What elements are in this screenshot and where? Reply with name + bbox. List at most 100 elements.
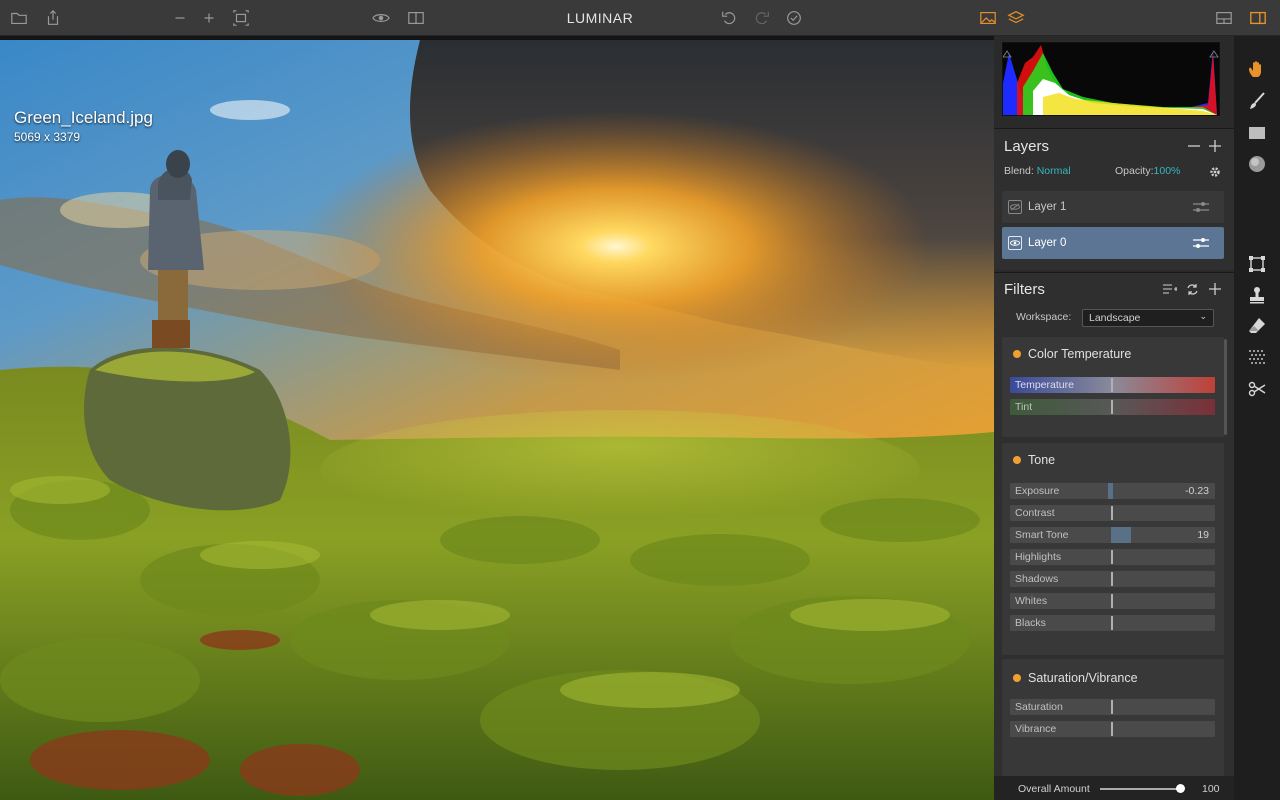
texture-icon[interactable] <box>1246 347 1268 369</box>
slider-vibrance[interactable]: Vibrance <box>1010 721 1215 737</box>
undo-icon[interactable] <box>718 8 740 28</box>
remove-layer-button[interactable] <box>1186 138 1202 154</box>
filters-title: Filters <box>1004 281 1045 298</box>
slider-contrast[interactable]: Contrast <box>1010 505 1215 521</box>
overall-amount-value: 100 <box>1202 783 1220 795</box>
histogram <box>1002 42 1220 116</box>
opacity-value[interactable]: 100% <box>1154 165 1181 177</box>
layer-adjust-icon[interactable] <box>1192 200 1210 214</box>
layer-row-0[interactable]: Layer 0 <box>1002 227 1224 259</box>
filters-panel: Filters Workspace: Landscape ⌄ Color Tem… <box>994 272 1234 800</box>
slider-handle <box>1111 722 1113 736</box>
slider-smart-tone[interactable]: Smart Tone 19 <box>1010 527 1215 543</box>
slider-fill <box>1108 483 1113 499</box>
slider-label: Saturation <box>1015 701 1063 713</box>
slider-exposure[interactable]: Exposure -0.23 <box>1010 483 1215 499</box>
photo <box>0 40 994 800</box>
slider-whites[interactable]: Whites <box>1010 593 1215 609</box>
hand-icon[interactable] <box>1246 58 1268 80</box>
slider-temperature[interactable]: Temperature <box>1010 377 1215 393</box>
overall-amount-label: Overall Amount <box>1018 783 1090 795</box>
slider-handle <box>1111 594 1113 608</box>
filter-list-icon[interactable] <box>1162 281 1178 297</box>
layer-hidden-icon[interactable] <box>1008 200 1022 214</box>
filter-card-saturation-vibrance: Saturation/Vibrance Saturation Vibrance <box>1002 659 1224 779</box>
slider-handle <box>1111 550 1113 564</box>
layer-row-1[interactable]: Layer 1 <box>1002 191 1224 223</box>
overall-amount: Overall Amount 100 <box>994 776 1234 800</box>
zoom-in-icon[interactable] <box>198 8 220 28</box>
slider-shadows[interactable]: Shadows <box>1010 571 1215 587</box>
app-title: LUMINAR <box>566 10 634 26</box>
slider-highlights[interactable]: Highlights <box>1010 549 1215 565</box>
add-filter-button[interactable] <box>1207 281 1223 297</box>
clone-stamp-icon[interactable] <box>1246 284 1268 306</box>
layer-label: Layer 1 <box>1028 201 1067 213</box>
gear-icon[interactable] <box>1207 164 1223 180</box>
brush-icon[interactable] <box>1246 90 1268 112</box>
layers-title: Layers <box>1004 138 1050 155</box>
opacity-control[interactable]: Opacity:100% <box>1115 165 1180 177</box>
overall-amount-handle[interactable] <box>1176 784 1185 793</box>
fit-screen-icon[interactable] <box>230 8 252 28</box>
opacity-label: Opacity: <box>1115 165 1154 177</box>
layer-adjust-icon[interactable] <box>1192 236 1210 250</box>
slider-handle <box>1111 378 1113 392</box>
slider-label: Tint <box>1015 401 1033 413</box>
layer-visible-icon[interactable] <box>1008 236 1022 250</box>
done-icon[interactable] <box>783 8 805 28</box>
layer-label: Layer 0 <box>1028 237 1067 249</box>
slider-label: Blacks <box>1015 617 1046 629</box>
filter-title: Color Temperature <box>1028 347 1132 361</box>
image-canvas[interactable]: Green_Iceland.jpg 5069 x 3379 <box>0 36 994 800</box>
slider-handle <box>1111 700 1113 714</box>
sync-icon[interactable] <box>1184 281 1200 297</box>
slider-blacks[interactable]: Blacks <box>1010 615 1215 631</box>
folder-icon[interactable] <box>8 8 30 28</box>
side-panel: Layers Blend: Normal Opacity:100% Layer … <box>994 36 1234 800</box>
slider-tint[interactable]: Tint <box>1010 399 1215 415</box>
slider-fill <box>1111 527 1131 543</box>
compare-icon[interactable] <box>405 8 427 28</box>
tool-rail <box>1234 36 1280 800</box>
share-icon[interactable] <box>42 8 64 28</box>
blend-control[interactable]: Blend: Normal <box>1004 165 1071 177</box>
slider-handle <box>1111 400 1113 414</box>
workspace-label: Workspace: <box>1016 311 1072 323</box>
add-layer-button[interactable] <box>1207 138 1223 154</box>
blend-label: Blend: <box>1004 165 1034 177</box>
layers-view-icon[interactable] <box>1005 8 1027 28</box>
blend-value[interactable]: Normal <box>1037 165 1071 177</box>
split-layout-icon[interactable] <box>1213 8 1235 28</box>
filter-enabled-dot[interactable] <box>1013 674 1021 682</box>
crop-icon[interactable] <box>1246 253 1268 275</box>
panel-layout-icon[interactable] <box>1247 8 1269 28</box>
workspace-select[interactable]: Landscape ⌄ <box>1082 309 1214 327</box>
filter-title: Tone <box>1028 453 1056 467</box>
filter-enabled-dot[interactable] <box>1013 350 1021 358</box>
filters-scrollbar[interactable] <box>1224 339 1227 435</box>
eye-icon[interactable] <box>370 8 392 28</box>
radial-icon[interactable] <box>1246 153 1268 175</box>
top-toolbar: LUMINAR <box>0 0 1280 36</box>
gradient-icon[interactable] <box>1246 122 1268 144</box>
filter-enabled-dot[interactable] <box>1013 456 1021 464</box>
overall-amount-slider[interactable] <box>1100 788 1180 790</box>
slider-label: Whites <box>1015 595 1048 607</box>
redo-icon[interactable] <box>751 8 773 28</box>
scissors-icon[interactable] <box>1246 378 1268 400</box>
slider-label: Smart Tone <box>1015 529 1069 541</box>
slider-value: 19 <box>1197 529 1209 541</box>
file-dimensions: 5069 x 3379 <box>14 130 81 144</box>
filter-card-color-temperature: Color Temperature Temperature Tint <box>1002 337 1224 437</box>
chevron-down-icon: ⌄ <box>1199 311 1207 321</box>
eraser-icon[interactable] <box>1246 315 1268 337</box>
slider-saturation[interactable]: Saturation <box>1010 699 1215 715</box>
image-view-icon[interactable] <box>977 8 999 28</box>
slider-label: Contrast <box>1015 507 1055 519</box>
slider-label: Shadows <box>1015 573 1059 585</box>
layers-panel: Layers Blend: Normal Opacity:100% Layer … <box>994 128 1234 270</box>
zoom-out-icon[interactable] <box>169 8 191 28</box>
slider-label: Temperature <box>1015 379 1074 391</box>
slider-handle <box>1111 506 1113 520</box>
